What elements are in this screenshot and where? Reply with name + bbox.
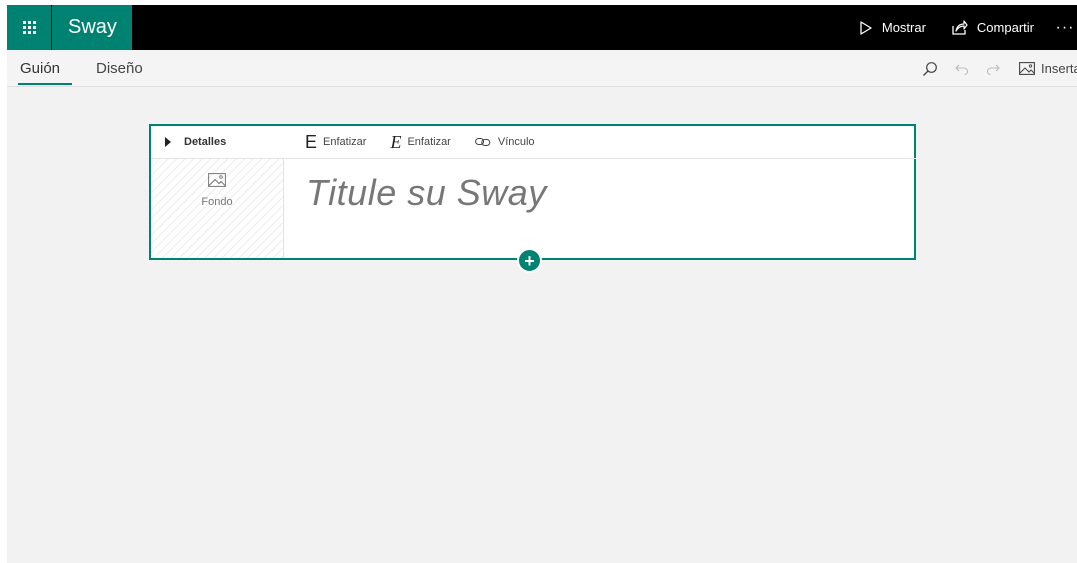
share-label: Compartir bbox=[976, 20, 1034, 35]
play-icon bbox=[860, 20, 872, 35]
redo-button[interactable] bbox=[986, 62, 1000, 76]
sway-app: Sway Mostrar Compartir ··· Guión Diseño … bbox=[7, 5, 1077, 563]
link-button[interactable]: Vínculo bbox=[474, 136, 535, 148]
add-content-button[interactable]: + bbox=[517, 248, 542, 273]
app-name: Sway bbox=[68, 16, 117, 38]
redo-icon bbox=[986, 64, 1000, 75]
top-actions: Mostrar Compartir ··· bbox=[859, 5, 1077, 50]
details-toggle[interactable]: Detalles bbox=[151, 126, 284, 159]
link-icon bbox=[474, 138, 491, 146]
bold-e-icon: E bbox=[305, 131, 318, 152]
undo-icon bbox=[955, 64, 969, 75]
more-icon: ··· bbox=[1055, 18, 1075, 36]
tab-design-label: Diseño bbox=[96, 60, 143, 77]
top-bar: Sway Mostrar Compartir ··· bbox=[7, 5, 1077, 50]
app-brand[interactable]: Sway bbox=[52, 5, 132, 50]
insert-button[interactable]: Insertar bbox=[1019, 61, 1077, 76]
caret-right-icon bbox=[165, 137, 171, 147]
title-input[interactable]: Titule su Sway bbox=[306, 172, 886, 214]
share-icon bbox=[952, 20, 968, 35]
undo-button[interactable] bbox=[955, 62, 969, 76]
app-launcher-button[interactable] bbox=[7, 5, 51, 50]
insert-label: Insertar bbox=[1041, 61, 1077, 76]
tab-storyline-label: Guión bbox=[20, 60, 61, 77]
image-icon bbox=[1019, 62, 1035, 75]
link-label: Vínculo bbox=[497, 136, 535, 148]
card-side-panel: Detalles Fondo bbox=[151, 126, 284, 258]
show-button[interactable]: Mostrar bbox=[859, 5, 926, 50]
background-image-icon bbox=[208, 173, 226, 187]
card-content: E Enfatizar E Enfatizar Vínculo Titule s… bbox=[285, 126, 916, 258]
title-card[interactable]: Detalles Fondo E Enfatizar E Enfatizar V… bbox=[149, 124, 916, 260]
emphasize-bold-button[interactable]: E Enfatizar bbox=[305, 132, 366, 153]
search-icon bbox=[923, 61, 937, 76]
emphasize-italic-label: Enfatizar bbox=[407, 136, 451, 148]
italic-e-icon: E bbox=[390, 131, 402, 152]
plus-icon: + bbox=[524, 250, 535, 271]
command-actions: Insertar bbox=[922, 50, 1077, 87]
show-label: Mostrar bbox=[881, 20, 926, 35]
details-label: Detalles bbox=[184, 136, 227, 148]
background-label: Fondo bbox=[201, 196, 233, 208]
background-button[interactable]: Fondo bbox=[182, 173, 252, 223]
emphasize-italic-button[interactable]: E Enfatizar bbox=[390, 132, 450, 153]
tab-design[interactable]: Diseño bbox=[96, 50, 143, 87]
command-bar: Guión Diseño Insert bbox=[7, 50, 1077, 87]
format-toolbar: E Enfatizar E Enfatizar Vínculo bbox=[285, 126, 916, 159]
search-button[interactable] bbox=[922, 61, 938, 77]
emphasize-bold-label: Enfatizar bbox=[323, 136, 367, 148]
waffle-icon bbox=[22, 21, 36, 34]
tab-storyline[interactable]: Guión bbox=[20, 50, 60, 87]
more-options-button[interactable]: ··· bbox=[1053, 5, 1077, 50]
share-button[interactable]: Compartir bbox=[952, 5, 1034, 50]
active-tab-indicator bbox=[18, 83, 72, 85]
